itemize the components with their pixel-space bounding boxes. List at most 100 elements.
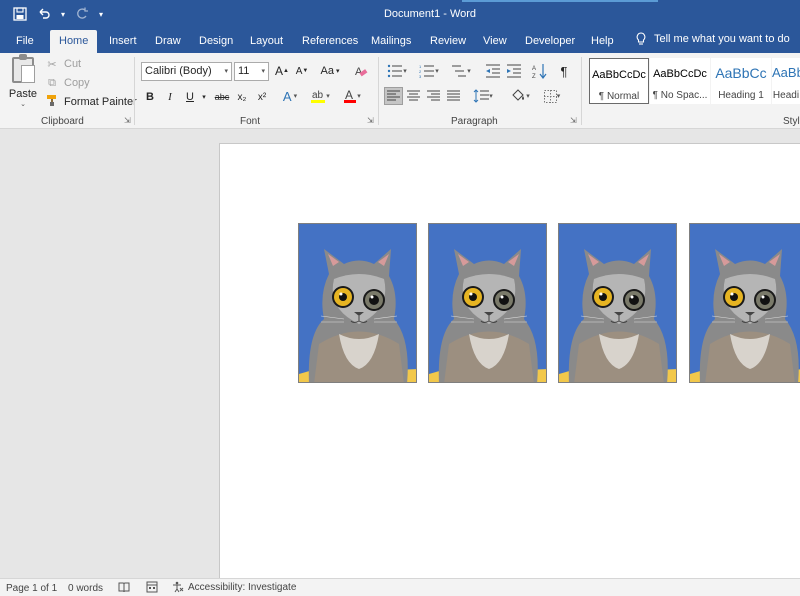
clipboard-launcher-icon[interactable]: ⇲ <box>124 116 131 125</box>
style-heading-2[interactable]: AaBbC Headi <box>772 58 800 104</box>
text-effects-glyph: A <box>282 88 292 104</box>
tab-draw[interactable]: Draw <box>147 32 189 53</box>
sort-icon: AZ <box>532 64 547 79</box>
paste-dropdown-icon[interactable]: ⌄ <box>8 100 38 108</box>
italic-button[interactable]: I <box>163 88 177 106</box>
bold-button[interactable]: B <box>143 88 157 106</box>
cat-image[interactable] <box>558 223 677 383</box>
svg-text:Z: Z <box>532 74 536 79</box>
tab-review[interactable]: Review <box>422 32 474 53</box>
change-case-button[interactable]: Aa ▾ <box>316 62 344 80</box>
format-painter-label: Format Painter <box>64 96 137 108</box>
tell-me-text: Tell me what you want to do <box>654 33 790 45</box>
page-count[interactable]: Page 1 of 1 <box>6 583 57 594</box>
bullets-button[interactable]: ▾ <box>385 62 409 80</box>
shrink-font-glyph: A <box>295 65 303 77</box>
group-separator <box>134 57 135 125</box>
font-name-value: Calibri (Body) <box>145 65 212 77</box>
tell-me-box[interactable]: Tell me what you want to do <box>636 32 790 46</box>
show-marks-button[interactable]: ¶ <box>556 62 572 80</box>
clear-formatting-button[interactable]: A <box>353 62 369 80</box>
paste-button[interactable]: Paste ⌄ <box>8 54 38 108</box>
clipboard-icon <box>12 54 35 83</box>
font-name-combobox[interactable]: Calibri (Body) ▾ <box>141 62 232 81</box>
lightbulb-icon <box>636 32 646 45</box>
grow-font-glyph: A <box>275 64 284 78</box>
cat-image[interactable] <box>298 223 417 383</box>
cat-image[interactable] <box>689 223 800 383</box>
justify-icon <box>447 90 460 101</box>
justify-button[interactable] <box>444 87 463 105</box>
shading-button[interactable]: ▾ <box>507 87 533 105</box>
style-heading-1[interactable]: AaBbCc Heading 1 <box>711 58 771 104</box>
highlight-button[interactable]: ab ▾ <box>309 87 331 105</box>
increase-indent-button[interactable] <box>505 62 523 80</box>
tab-help[interactable]: Help <box>583 32 622 53</box>
paint-bucket-icon <box>512 89 525 101</box>
scissors-icon: ✂ <box>47 58 57 71</box>
highlighter-icon: ab <box>311 90 326 103</box>
strikethrough-button[interactable]: abc <box>213 88 231 106</box>
styles-gallery: AaBbCcDc ¶ Normal AaBbCcDc ¶ No Spac... … <box>589 58 800 106</box>
paragraph-launcher-icon[interactable]: ⇲ <box>570 116 577 125</box>
style-normal[interactable]: AaBbCcDc ¶ Normal <box>589 58 649 104</box>
tab-insert[interactable]: Insert <box>101 32 145 53</box>
font-size-combobox[interactable]: 11 ▾ <box>234 62 269 81</box>
document-page[interactable] <box>219 143 800 596</box>
superscript-button[interactable]: x² <box>254 88 270 106</box>
style-name: ¶ Normal <box>598 91 640 102</box>
font-launcher-icon[interactable]: ⇲ <box>367 116 374 125</box>
word-count[interactable]: 0 words <box>68 583 103 594</box>
tab-file[interactable]: File <box>8 32 42 53</box>
tab-design[interactable]: Design <box>191 32 241 53</box>
tab-developer[interactable]: Developer <box>517 32 583 53</box>
cut-label: Cut <box>64 58 82 70</box>
cut-button[interactable]: ✂ Cut <box>45 56 81 72</box>
decrease-indent-button[interactable] <box>484 62 502 80</box>
style-no-spacing[interactable]: AaBbCcDc ¶ No Spac... <box>650 58 710 104</box>
accessibility-icon <box>173 581 184 593</box>
window-title: Document1 - Word <box>383 8 477 20</box>
line-spacing-button[interactable]: ▾ <box>470 87 496 105</box>
cat-image[interactable] <box>428 223 547 383</box>
macro-recording-icon[interactable] <box>146 581 158 596</box>
align-center-button[interactable] <box>404 87 423 105</box>
svg-text:A: A <box>345 88 353 102</box>
align-left-button[interactable] <box>384 87 403 105</box>
paragraph-group-label: Paragraph <box>451 116 498 127</box>
tab-references[interactable]: References <box>294 32 366 53</box>
accessibility-status: Accessibility: Investigate <box>188 581 297 593</box>
copy-button[interactable]: ⧉ Copy <box>45 75 90 91</box>
line-spacing-icon <box>473 89 490 103</box>
align-right-button[interactable] <box>424 87 443 105</box>
style-name: Headi <box>772 90 800 101</box>
shrink-font-button[interactable]: A ▼ <box>294 62 310 80</box>
numbering-button[interactable]: 123 ▾ <box>417 62 441 80</box>
subscript-button[interactable]: x₂ <box>234 88 250 106</box>
tab-home[interactable]: Home <box>50 30 98 53</box>
underline-dropdown-icon[interactable]: ▾ <box>199 88 209 106</box>
format-painter-button[interactable]: Format Painter <box>45 94 137 110</box>
font-color-icon: A <box>344 88 357 103</box>
tab-mailings[interactable]: Mailings <box>363 32 419 53</box>
multilevel-list-icon <box>452 65 467 77</box>
tab-view[interactable]: View <box>475 32 515 53</box>
borders-button[interactable]: ▾ <box>539 87 565 105</box>
multilevel-list-button[interactable]: ▾ <box>449 62 473 80</box>
text-effects-button[interactable]: A ▾ <box>280 87 300 105</box>
accessibility-checker[interactable]: Accessibility: Investigate <box>172 581 296 593</box>
font-color-button[interactable]: A ▾ <box>341 87 363 105</box>
eraser-icon: A <box>355 66 368 78</box>
proofing-icon[interactable] <box>118 581 130 596</box>
styles-group-label: Styles <box>783 116 800 127</box>
increase-indent-icon <box>507 64 521 78</box>
tab-layout[interactable]: Layout <box>242 32 291 53</box>
copy-label: Copy <box>64 77 90 89</box>
sort-button[interactable]: AZ <box>531 62 549 80</box>
svg-text:ab: ab <box>312 90 324 101</box>
change-case-glyph: Aa <box>320 65 334 77</box>
underline-button[interactable]: U <box>183 88 197 106</box>
document-area[interactable] <box>0 129 800 596</box>
grow-font-button[interactable]: A ▲ <box>274 62 290 80</box>
ribbon-tabs: File Home Insert Draw Design Layout Refe… <box>0 28 800 53</box>
